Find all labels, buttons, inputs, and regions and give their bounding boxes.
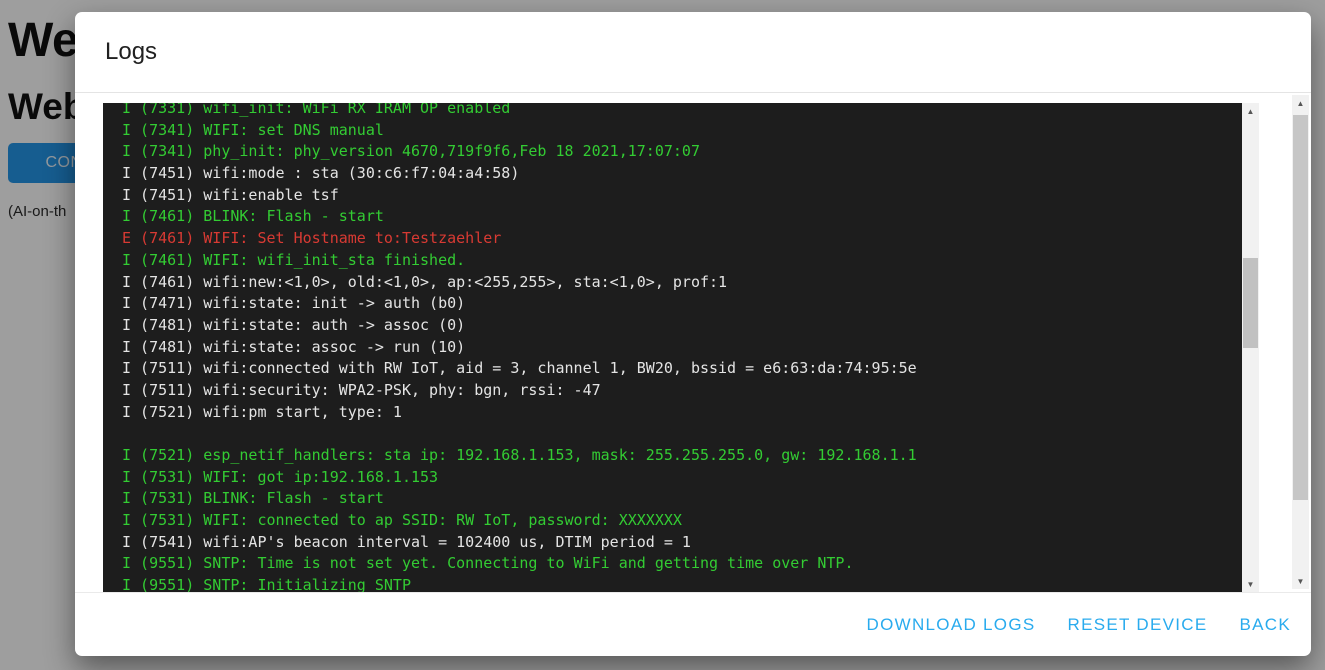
log-line: I (7531) WIFI: connected to ap SSID: RW … — [122, 510, 1259, 532]
dialog-scrollbar[interactable]: ▲ ▼ — [1292, 95, 1309, 589]
dialog-title: Logs — [105, 38, 157, 66]
terminal-scrollbar-thumb[interactable] — [1243, 258, 1258, 348]
log-line: I (9551) SNTP: Initializing SNTP — [122, 575, 1259, 592]
log-line: I (7481) wifi:state: assoc -> run (10) — [122, 337, 1259, 359]
log-line: I (7451) wifi:mode : sta (30:c6:f7:04:a4… — [122, 163, 1259, 185]
log-line: I (7511) wifi:security: WPA2-PSK, phy: b… — [122, 380, 1259, 402]
log-line: I (7461) WIFI: wifi_init_sta finished. — [122, 250, 1259, 272]
log-line: I (7511) wifi:connected with RW IoT, aid… — [122, 358, 1259, 380]
log-line: I (7531) WIFI: got ip:192.168.1.153 — [122, 467, 1259, 489]
scroll-up-icon[interactable]: ▲ — [1292, 95, 1309, 111]
page: We Web CON (AI-on-th Logs I (7331) wifi_… — [0, 0, 1325, 670]
scroll-up-icon[interactable]: ▲ — [1242, 103, 1259, 119]
download-logs-button[interactable]: DOWNLOAD LOGS — [867, 615, 1036, 635]
logs-dialog: Logs I (7331) wifi_init: WiFi RX IRAM OP… — [75, 12, 1311, 656]
log-line: I (7521) esp_netif_handlers: sta ip: 192… — [122, 445, 1259, 467]
log-line: I (7481) wifi:state: auth -> assoc (0) — [122, 315, 1259, 337]
log-line: I (7341) phy_init: phy_version 4670,719f… — [122, 141, 1259, 163]
log-line: E (7461) WIFI: Set Hostname to:Testzaehl… — [122, 228, 1259, 250]
reset-device-button[interactable]: RESET DEVICE — [1068, 615, 1208, 635]
log-line: I (7531) BLINK: Flash - start — [122, 488, 1259, 510]
log-line: I (7461) BLINK: Flash - start — [122, 206, 1259, 228]
back-button[interactable]: BACK — [1240, 615, 1292, 635]
log-line: I (7461) wifi:new:<1,0>, old:<1,0>, ap:<… — [122, 272, 1259, 294]
dialog-body: I (7331) wifi_init: WiFi RX IRAM OP enab… — [75, 93, 1311, 592]
dialog-footer: DOWNLOAD LOGS RESET DEVICE BACK — [75, 592, 1311, 656]
scroll-down-icon[interactable]: ▼ — [1242, 576, 1259, 592]
log-line: I (7331) wifi_init: WiFi RX IRAM OP enab… — [122, 103, 1259, 120]
log-terminal[interactable]: I (7331) wifi_init: WiFi RX IRAM OP enab… — [103, 103, 1259, 592]
log-line: I (7471) wifi:state: init -> auth (b0) — [122, 293, 1259, 315]
log-line: I (7541) wifi:AP's beacon interval = 102… — [122, 532, 1259, 554]
log-line: I (9551) SNTP: Time is not set yet. Conn… — [122, 553, 1259, 575]
log-line: I (7451) wifi:enable tsf — [122, 185, 1259, 207]
scroll-down-icon[interactable]: ▼ — [1292, 573, 1309, 589]
log-line: I (7521) wifi:pm start, type: 1 — [122, 402, 1259, 424]
dialog-scrollbar-thumb[interactable] — [1293, 115, 1308, 500]
dialog-header: Logs — [75, 12, 1311, 93]
terminal-scrollbar[interactable]: ▲ ▼ — [1242, 103, 1259, 592]
log-line — [122, 423, 1259, 445]
terminal-log: I (7331) wifi_init: WiFi RX IRAM OP enab… — [103, 103, 1259, 592]
log-line: I (7341) WIFI: set DNS manual — [122, 120, 1259, 142]
